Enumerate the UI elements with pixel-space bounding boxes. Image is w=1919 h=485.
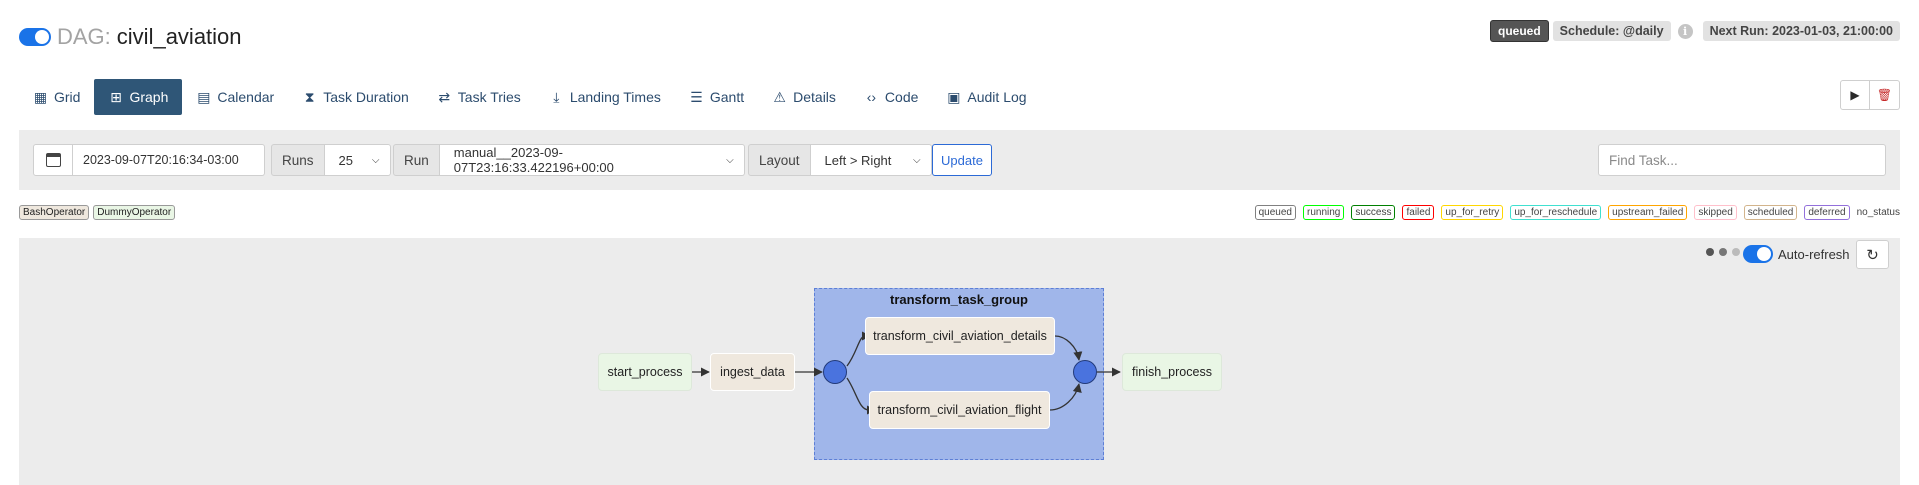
- state-legend-failed[interactable]: failed: [1402, 205, 1435, 220]
- tab-label: Task Tries: [457, 89, 521, 105]
- dag-title: civil_aviation: [116, 24, 242, 49]
- dag-meta: queued Schedule: @daily i Next Run: 2023…: [1490, 20, 1900, 42]
- runs-select[interactable]: 25 ⌵: [324, 144, 391, 176]
- state-legend-scheduled[interactable]: scheduled: [1743, 205, 1798, 220]
- tab-landing-times[interactable]: ⤓ Landing Times: [535, 79, 675, 115]
- chevron-down-icon: ⌵: [726, 154, 734, 166]
- state-legend-running[interactable]: running: [1303, 205, 1345, 220]
- tab-grid[interactable]: ▦ Grid: [19, 79, 94, 115]
- layout-select[interactable]: Left > Right ⌵: [810, 144, 932, 176]
- info-icon[interactable]: i: [1677, 23, 1693, 39]
- base-date-input[interactable]: 2023-09-07T20:16:34-03:00: [73, 144, 265, 176]
- layout-value: Left > Right: [824, 152, 892, 168]
- state-badge: queued: [1490, 20, 1549, 42]
- layout-label: Layout: [748, 144, 811, 176]
- tab-task-duration[interactable]: ⧗ Task Duration: [288, 79, 423, 115]
- gantt-icon: ☰: [690, 88, 703, 105]
- run-select[interactable]: manual__2023-09-07T23:16:33.422196+00:00…: [439, 144, 745, 176]
- trigger-dag-button[interactable]: ▶: [1840, 80, 1870, 110]
- tab-calendar[interactable]: ▤ Calendar: [182, 79, 288, 115]
- run-label: Run: [393, 144, 440, 176]
- graph-edges: [692, 331, 1121, 415]
- tab-graph[interactable]: ⊞ Graph: [94, 79, 183, 115]
- state-legend-up-for-reschedule[interactable]: up_for_reschedule: [1510, 205, 1602, 220]
- tab-label: Task Duration: [323, 89, 409, 105]
- plane-landing-icon: ⤓: [553, 88, 560, 105]
- task-node-start-process[interactable]: start_process: [598, 353, 692, 391]
- delete-dag-button[interactable]: 🗑: [1870, 80, 1900, 110]
- tab-label: Code: [884, 89, 919, 105]
- tab-label: Graph: [129, 89, 169, 105]
- operator-legend: BashOperator DummyOperator: [19, 205, 176, 220]
- runs-label: Runs: [271, 144, 325, 176]
- runs-value: 25: [338, 152, 353, 168]
- operator-legend-item: BashOperator: [19, 205, 90, 220]
- state-legend-no-status[interactable]: no_status: [1856, 206, 1900, 219]
- schedule-badge: Schedule: @daily: [1552, 21, 1671, 41]
- state-legend-success[interactable]: success: [1351, 205, 1396, 220]
- runs-group: Runs 25 ⌵: [271, 144, 391, 176]
- tab-gantt[interactable]: ☰ Gantt: [675, 79, 758, 115]
- graph-canvas[interactable]: Auto-refresh ↻ transform_task_group star…: [19, 238, 1900, 485]
- layout-group: Layout Left > Right ⌵: [748, 144, 932, 176]
- tab-label: Details: [793, 89, 836, 105]
- group-join-node[interactable]: [1073, 360, 1097, 384]
- tab-label: Landing Times: [569, 89, 661, 105]
- update-group: Update: [932, 144, 992, 176]
- state-legend-up-for-retry[interactable]: up_for_retry: [1441, 205, 1504, 220]
- dag-nav-tabs: ▦ Grid ⊞ Graph ▤ Calendar ⧗ Task Duratio…: [19, 79, 1041, 115]
- edge: [1054, 335, 1083, 361]
- warning-icon: ⚠: [773, 88, 786, 105]
- retry-icon: ⇄: [438, 88, 451, 105]
- state-legend-upstream-failed[interactable]: upstream_failed: [1608, 205, 1688, 220]
- tab-details[interactable]: ⚠ Details: [758, 79, 850, 115]
- run-group: Run manual__2023-09-07T23:16:33.422196+0…: [393, 144, 745, 176]
- trash-icon: 🗑: [1876, 88, 1893, 102]
- task-node-transform-flight[interactable]: transform_civil_aviation_flight: [869, 391, 1050, 429]
- task-node-transform-details[interactable]: transform_civil_aviation_details: [865, 317, 1055, 355]
- edge: [1049, 383, 1082, 411]
- tab-label: Audit Log: [967, 89, 1027, 105]
- code-icon: ‹›: [866, 89, 877, 105]
- update-button[interactable]: Update: [932, 144, 992, 176]
- base-date-group: 2023-09-07T20:16:34-03:00: [33, 144, 265, 176]
- graph-icon: ⊞: [110, 88, 122, 105]
- find-task-input[interactable]: Find Task...: [1598, 144, 1886, 176]
- state-legend-skipped[interactable]: skipped: [1694, 205, 1737, 220]
- tab-label: Gantt: [709, 89, 745, 105]
- hourglass-icon: ⧗: [304, 88, 315, 105]
- tab-label: Calendar: [217, 89, 275, 105]
- state-legend-queued[interactable]: queued: [1254, 205, 1296, 220]
- dag-prefix: DAG:: [57, 24, 111, 49]
- group-join-node[interactable]: [823, 360, 847, 384]
- play-icon: ▶: [1850, 88, 1860, 102]
- graph-controls: 2023-09-07T20:16:34-03:00 Runs 25 ⌵ Run …: [19, 130, 1900, 190]
- grid-icon: ▦: [33, 88, 48, 105]
- tab-task-tries[interactable]: ⇄ Task Tries: [423, 79, 535, 115]
- state-legend: queued running success failed up_for_ret…: [1254, 205, 1900, 220]
- tab-audit-log[interactable]: ▣ Audit Log: [932, 79, 1040, 115]
- operator-legend-item: DummyOperator: [93, 205, 176, 220]
- dag-actions: ▶ 🗑: [1840, 80, 1900, 110]
- chevron-down-icon: ⌵: [912, 154, 921, 166]
- task-node-finish-process[interactable]: finish_process: [1122, 353, 1222, 391]
- dag-header: DAG: civil_aviation: [19, 24, 242, 50]
- date-picker-button[interactable]: [33, 144, 73, 176]
- tab-code[interactable]: ‹› Code: [850, 79, 932, 115]
- state-legend-deferred[interactable]: deferred: [1804, 205, 1850, 220]
- dag-pause-toggle[interactable]: [19, 28, 51, 46]
- task-node-ingest-data[interactable]: ingest_data: [710, 353, 795, 391]
- chevron-down-icon: ⌵: [371, 154, 380, 166]
- calendar-icon: [45, 153, 61, 167]
- run-value: manual__2023-09-07T23:16:33.422196+00:00: [453, 145, 614, 175]
- calendar-icon: ▤: [197, 88, 211, 105]
- tab-label: Grid: [54, 89, 81, 105]
- file-icon: ▣: [947, 88, 961, 105]
- next-run-badge: Next Run: 2023-01-03, 21:00:00: [1702, 21, 1900, 41]
